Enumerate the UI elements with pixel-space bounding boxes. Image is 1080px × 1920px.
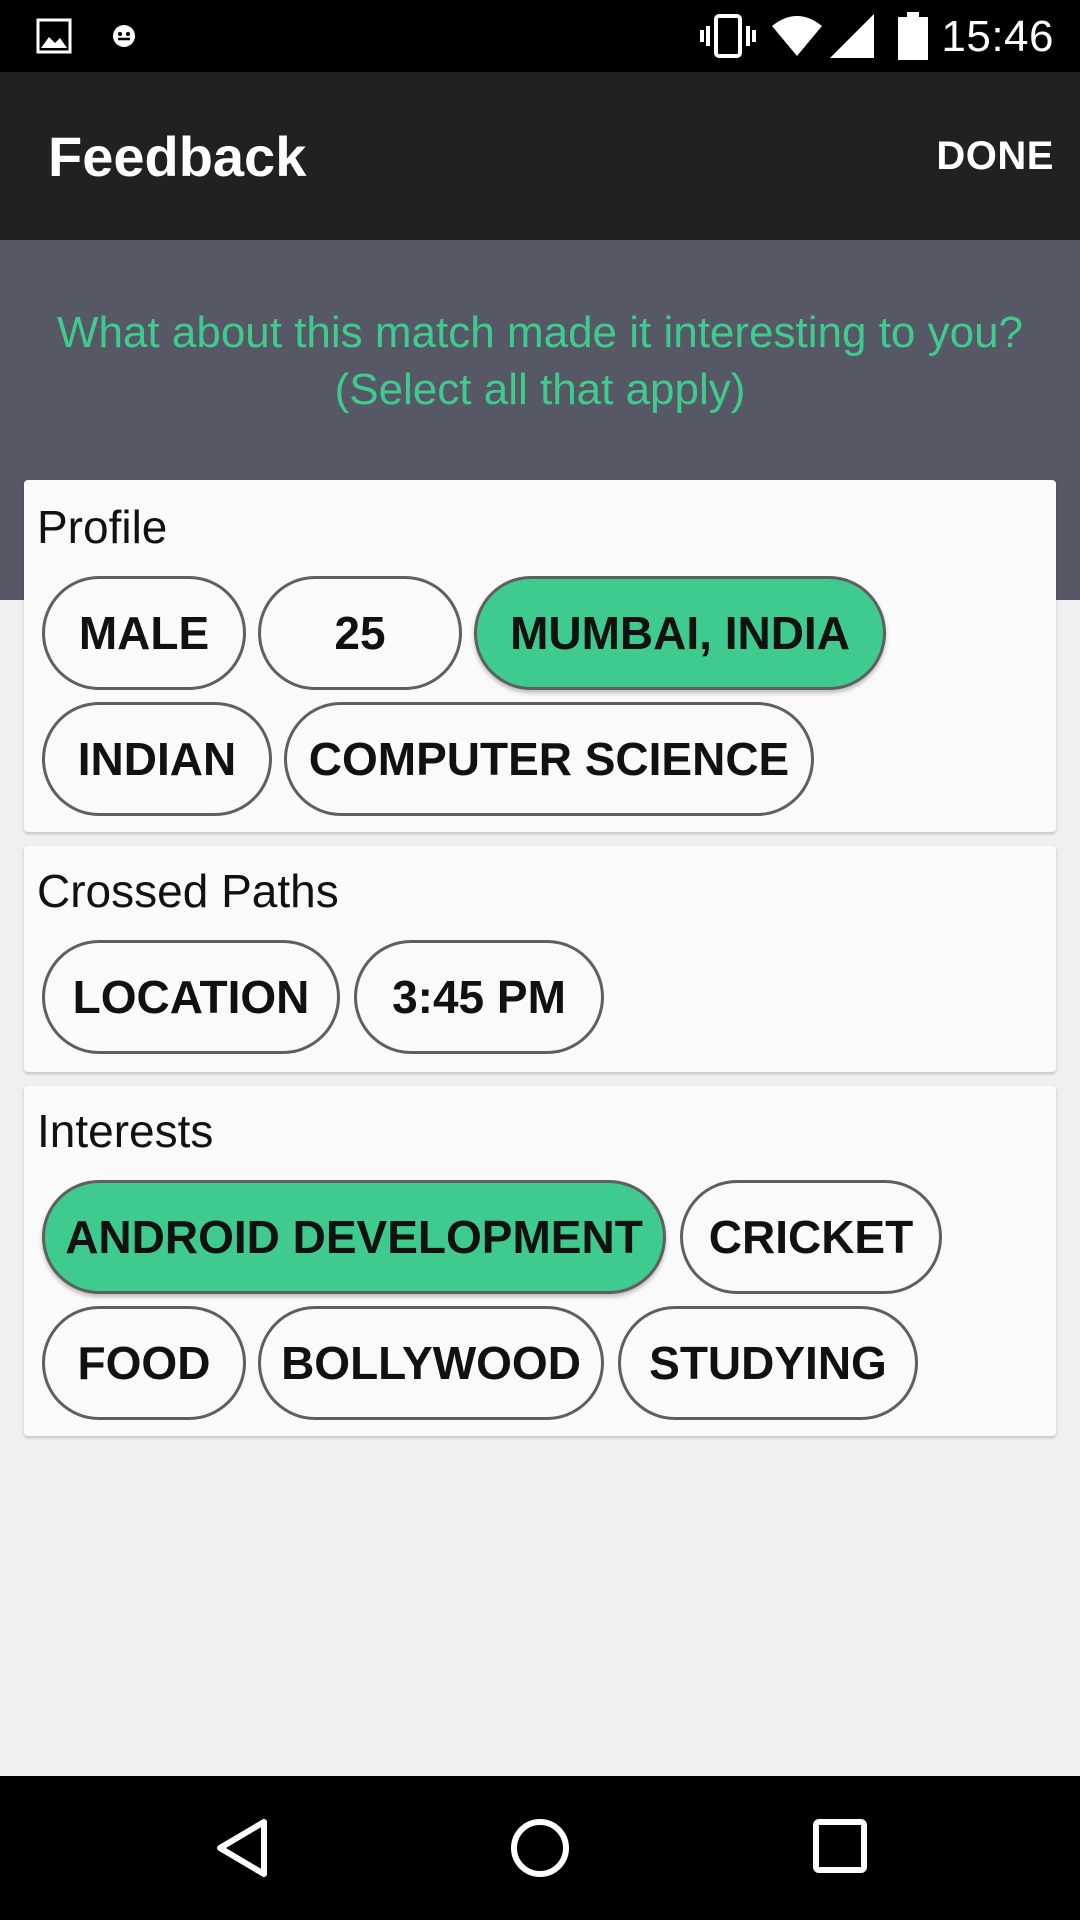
chip-bollywood[interactable]: BOLLYWOOD [258, 1306, 604, 1420]
chip-major[interactable]: COMPUTER SCIENCE [284, 702, 814, 816]
vibrate-icon [700, 14, 756, 58]
chip-male[interactable]: MALE [42, 576, 246, 690]
app-toolbar: Feedback DONE [0, 72, 1080, 240]
back-icon[interactable] [212, 1816, 272, 1880]
chip-food[interactable]: FOOD [42, 1306, 246, 1420]
profile-card: Profile MALE 25 MUMBAI, INDIA INDIAN COM… [24, 480, 1056, 832]
interests-card: Interests ANDROID DEVELOPMENT CRICKET FO… [24, 1086, 1056, 1436]
chip-android-development[interactable]: ANDROID DEVELOPMENT [42, 1180, 666, 1294]
chip-nationality[interactable]: INDIAN [42, 702, 272, 816]
status-bar: 15:46 [0, 0, 1080, 72]
chip-cricket[interactable]: CRICKET [680, 1180, 942, 1294]
chip-crossed-location[interactable]: LOCATION [42, 940, 340, 1054]
page-title: Feedback [48, 125, 307, 188]
chip-studying[interactable]: STUDYING [618, 1306, 918, 1420]
section-title-interests: Interests [37, 1105, 214, 1157]
emoji-notification-icon [113, 25, 135, 47]
chip-location-city[interactable]: MUMBAI, INDIA [474, 576, 886, 690]
wifi-icon [772, 16, 822, 56]
signal-icon [830, 14, 874, 58]
section-title-crossed-paths: Crossed Paths [37, 865, 339, 917]
crossed-paths-card: Crossed Paths LOCATION 3:45 PM [24, 846, 1056, 1072]
status-time: 15:46 [941, 12, 1054, 61]
image-notification-icon [36, 18, 72, 54]
navigation-bar [0, 1776, 1080, 1920]
done-button[interactable]: DONE [936, 134, 1054, 179]
home-icon[interactable] [508, 1816, 572, 1880]
prompt-text: What about this match made it interestin… [56, 308, 1024, 414]
chip-crossed-time[interactable]: 3:45 PM [354, 940, 604, 1054]
section-title-profile: Profile [37, 501, 168, 553]
chip-age[interactable]: 25 [258, 576, 462, 690]
battery-icon [898, 12, 928, 60]
recents-icon[interactable] [812, 1818, 868, 1874]
